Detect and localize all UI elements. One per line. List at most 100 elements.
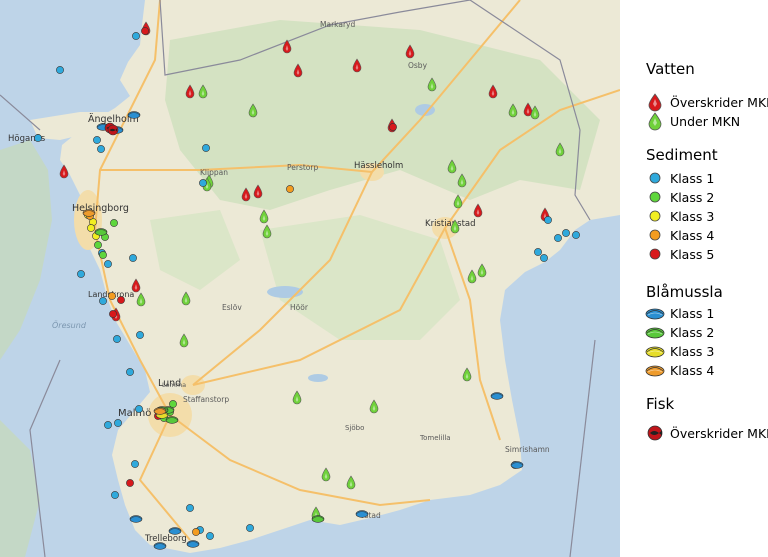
marker-sediment-klass1[interactable]	[136, 331, 144, 339]
marker-sediment-klass1[interactable]	[562, 229, 570, 237]
label-malmo: Malmö	[118, 408, 151, 419]
marker-sediment-klass5[interactable]	[389, 123, 397, 131]
marker-sediment-klass1[interactable]	[572, 231, 580, 239]
legend-label: Klass 1	[670, 170, 715, 186]
legend-title-vatten: Vatten	[646, 60, 695, 78]
marker-mussla-klass4[interactable]	[82, 209, 96, 217]
marker-sediment-klass1[interactable]	[206, 532, 214, 540]
label-markaryd: Markaryd	[320, 20, 355, 29]
legend-item-mussel-1: Klass 1	[642, 303, 714, 323]
marker-sediment-klass2[interactable]	[110, 219, 118, 227]
lake-vombsjon	[308, 374, 328, 382]
legend-label: Klass 3	[670, 208, 715, 224]
label-lomma: Lomma	[162, 381, 186, 389]
legend-label: Klass 4	[670, 227, 715, 243]
marker-mussla-klass1[interactable]	[186, 540, 200, 548]
marker-sediment-klass5[interactable]	[126, 479, 134, 487]
legend-item-sediment-1: Klass 1	[642, 168, 714, 188]
legend-label: Under MKN	[670, 113, 741, 129]
marker-sediment-klass1[interactable]	[56, 66, 64, 74]
marker-mussla-klass4[interactable]	[153, 407, 167, 415]
map-legend: Vatten Överskrider MKN Under MKN Sedimen…	[622, 0, 768, 557]
legend-item-mussel-4: Klass 4	[642, 360, 714, 380]
marker-sediment-klass5[interactable]	[109, 310, 117, 318]
marker-mussla-klass2[interactable]	[165, 416, 179, 424]
label-trelleborg: Trelleborg	[144, 534, 187, 544]
marker-sediment-klass5[interactable]	[117, 296, 125, 304]
mussel-orange-icon	[642, 360, 668, 380]
map-canvas[interactable]: Ängelholm Höganäs Helsingborg Landskrona…	[0, 0, 620, 557]
marker-sediment-klass1[interactable]	[34, 134, 42, 142]
label-simrishamn: Simrishamn	[505, 445, 550, 454]
legend-item-sediment-2: Klass 2	[642, 187, 714, 207]
legend-item-vatten-under: Under MKN	[642, 111, 740, 131]
marker-mussla-klass1[interactable]	[355, 510, 369, 518]
label-eslov: Eslöv	[222, 303, 242, 312]
marker-sediment-klass3[interactable]	[87, 224, 95, 232]
circle-red-icon	[642, 244, 668, 264]
circle-yellow-icon	[642, 206, 668, 226]
drop-red-icon	[642, 92, 668, 112]
marker-sediment-klass1[interactable]	[135, 405, 143, 413]
legend-label: Klass 4	[670, 362, 715, 378]
marker-sediment-klass1[interactable]	[113, 335, 121, 343]
marker-sediment-klass1[interactable]	[97, 145, 105, 153]
marker-mussla-klass1[interactable]	[168, 527, 182, 535]
marker-sediment-klass1[interactable]	[126, 368, 134, 376]
circle-green-icon	[642, 187, 668, 207]
marker-mussla-klass1[interactable]	[127, 111, 141, 119]
drop-green-icon	[642, 111, 668, 131]
marker-sediment-klass1[interactable]	[246, 524, 254, 532]
legend-label: Klass 5	[670, 246, 715, 262]
legend-item-sediment-4: Klass 4	[642, 225, 714, 245]
label-helsingborg: Helsingborg	[72, 203, 129, 214]
marker-mussla-klass1[interactable]	[510, 461, 524, 469]
marker-sediment-klass1[interactable]	[114, 419, 122, 427]
label-klippan: Klippan	[200, 168, 228, 177]
marker-sediment-klass1[interactable]	[544, 216, 552, 224]
mussel-blue-icon	[642, 303, 668, 323]
marker-mussla-klass1[interactable]	[490, 392, 504, 400]
marker-sediment-klass1[interactable]	[131, 460, 139, 468]
circle-blue-icon	[642, 168, 668, 188]
legend-label: Överskrider MKN	[670, 94, 768, 110]
legend-item-sediment-3: Klass 3	[642, 206, 714, 226]
marker-sediment-klass1[interactable]	[132, 32, 140, 40]
marker-sediment-klass1[interactable]	[540, 254, 548, 262]
marker-sediment-klass1[interactable]	[111, 491, 119, 499]
marker-sediment-klass1[interactable]	[534, 248, 542, 256]
label-oresund: Öresund	[52, 320, 87, 330]
marker-sediment-klass1[interactable]	[104, 421, 112, 429]
legend-label: Klass 2	[670, 189, 715, 205]
marker-sediment-klass1[interactable]	[93, 136, 101, 144]
map-view: Ängelholm Höganäs Helsingborg Landskrona…	[0, 0, 768, 557]
marker-sediment-klass1[interactable]	[199, 179, 207, 187]
marker-sediment-klass1[interactable]	[554, 234, 562, 242]
legend-title-fisk: Fisk	[646, 395, 675, 413]
marker-fisk-over[interactable]	[107, 124, 119, 136]
marker-mussla-klass2[interactable]	[311, 515, 325, 523]
marker-sediment-klass1[interactable]	[104, 260, 112, 268]
marker-sediment-klass2[interactable]	[169, 400, 177, 408]
marker-sediment-klass1[interactable]	[77, 270, 85, 278]
legend-title-sediment: Sediment	[646, 146, 718, 164]
marker-sediment-klass2[interactable]	[94, 241, 102, 249]
marker-mussla-klass2[interactable]	[94, 228, 108, 236]
marker-sediment-klass4[interactable]	[108, 292, 116, 300]
label-hassleholm: Hässleholm	[354, 161, 403, 171]
marker-sediment-klass5[interactable]	[141, 27, 149, 35]
legend-item-mussel-3: Klass 3	[642, 341, 714, 361]
marker-sediment-klass4[interactable]	[192, 528, 200, 536]
marker-sediment-klass1[interactable]	[129, 254, 137, 262]
marker-mussla-klass1[interactable]	[153, 542, 167, 550]
label-hoor: Höör	[290, 303, 309, 312]
marker-sediment-klass1[interactable]	[202, 144, 210, 152]
marker-mussla-klass1[interactable]	[129, 515, 143, 523]
label-staffanstorp: Staffanstorp	[183, 395, 229, 404]
marker-sediment-klass1[interactable]	[99, 297, 107, 305]
marker-sediment-klass2[interactable]	[99, 251, 107, 259]
legend-label: Klass 2	[670, 324, 715, 340]
marker-sediment-klass1[interactable]	[186, 504, 194, 512]
marker-sediment-klass4[interactable]	[286, 185, 294, 193]
mussel-yellow-icon	[642, 341, 668, 361]
